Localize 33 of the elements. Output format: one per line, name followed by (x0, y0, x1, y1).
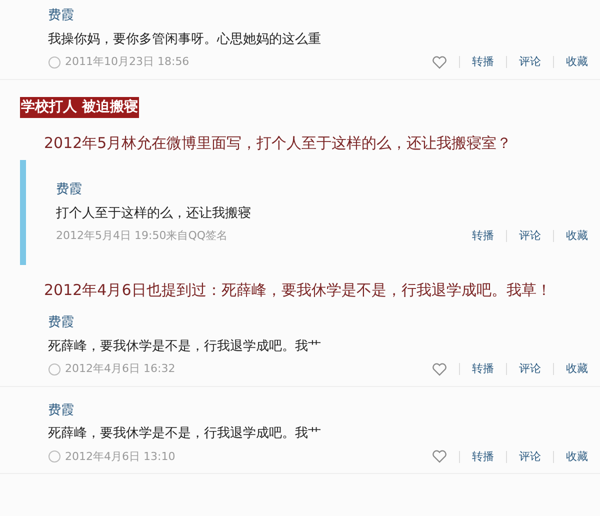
action-link[interactable]: 转播 (472, 361, 494, 378)
action-link[interactable]: 转播 (472, 228, 494, 244)
action-link[interactable]: 评论 (519, 228, 541, 244)
post-text: 死薛峰，要我休学是不是，行我退学成吧。我艹 (48, 425, 322, 443)
author-name[interactable]: 费霞 (56, 180, 588, 200)
author-name[interactable]: 费霞 (48, 6, 588, 26)
post-text: 死薛峰，要我休学是不是，行我退学成吧。我艹 (48, 338, 322, 356)
action-link[interactable]: 评论 (519, 448, 541, 465)
status-icon (48, 362, 61, 376)
author-name[interactable]: 费霞 (48, 313, 588, 332)
post-text: 我操你妈，要你多管闲事呀。心思她妈的这么重 (48, 30, 322, 48)
action-link[interactable]: 转播 (472, 54, 494, 70)
action-link[interactable]: 评论 (519, 361, 541, 378)
action-link[interactable]: 收藏 (566, 448, 588, 465)
status-icon (48, 450, 61, 464)
heart-icon[interactable] (432, 450, 447, 464)
post-time: 2011年10月23日 18:56 (65, 54, 190, 70)
action-link[interactable]: 收藏 (566, 361, 588, 378)
section-banner: 学校打人 被迫搬寝 (20, 96, 139, 118)
action-link[interactable]: 收藏 (566, 228, 588, 244)
post-text: 打个人至于这样的么，还让我搬寝 (56, 204, 252, 222)
action-link[interactable]: 转播 (472, 448, 494, 465)
post-time: 2012年4月6日 13:10 (65, 448, 176, 464)
author-name[interactable]: 费霞 (48, 400, 588, 420)
action-link[interactable]: 评论 (519, 54, 541, 70)
caption-text: 2012年4月6日也提到过：死薛峰，要我休学是不是，行我退学成吧。我草！ (43, 280, 552, 300)
post-time: 2012年5月4日 19:50来自QQ签名 (56, 228, 228, 244)
post-time: 2012年4月6日 16:32 (65, 361, 176, 377)
heart-icon[interactable] (432, 362, 447, 376)
action-link[interactable]: 收藏 (566, 54, 588, 70)
heart-icon[interactable] (432, 56, 447, 69)
status-icon (48, 56, 61, 69)
caption-text: 2012年5月林允在微博里面写，打个人至于这样的么，还让我搬寝室？ (43, 132, 513, 154)
